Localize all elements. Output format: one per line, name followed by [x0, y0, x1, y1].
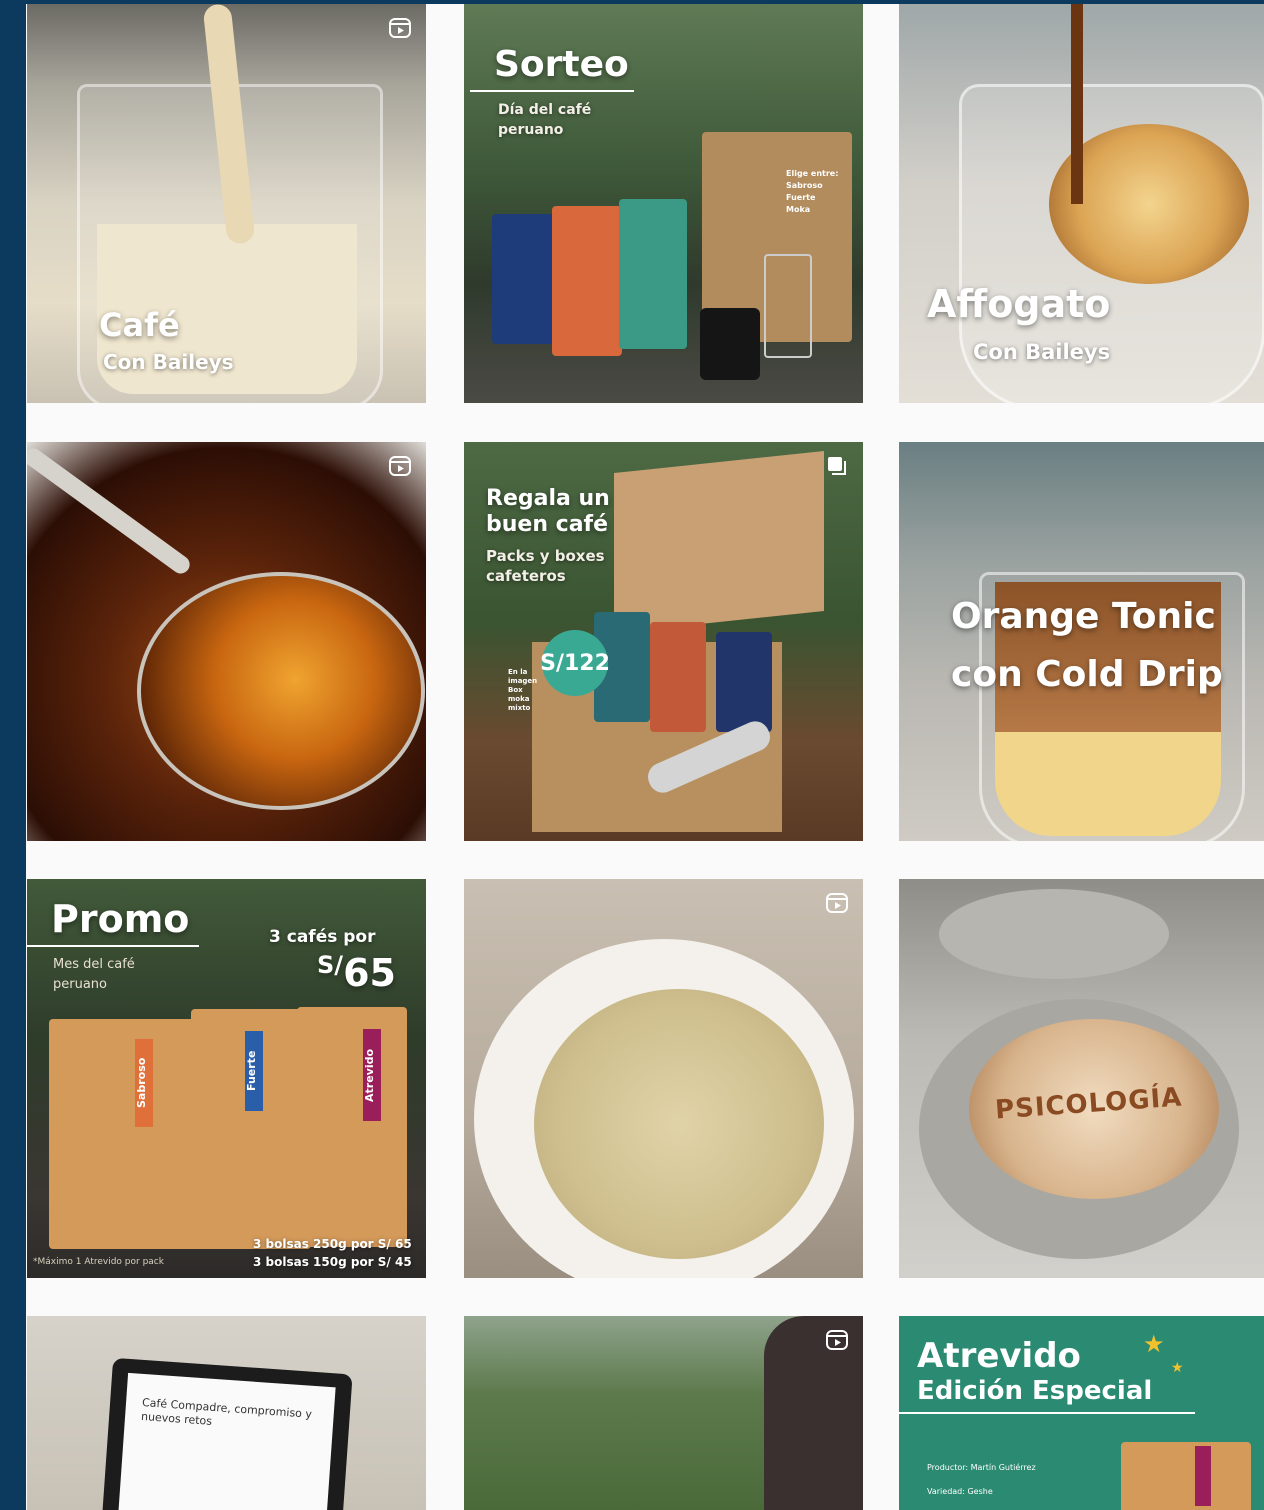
- post-grid: Café Con Baileys Sorteo Día del café per…: [26, 4, 1264, 1510]
- flavor-list: Elige entre: Sabroso Fuerte Moka: [786, 168, 838, 216]
- post-sorteo[interactable]: Sorteo Día del café peruano Elige entre:…: [464, 4, 863, 403]
- title-underline: [27, 945, 199, 947]
- post-laptop[interactable]: Café Compadre, compromiso y nuevos retos: [27, 1316, 426, 1510]
- coffee-pack: [492, 214, 554, 344]
- post-cafe-baileys[interactable]: Café Con Baileys: [27, 4, 426, 403]
- title-underline: [470, 90, 634, 92]
- carousel-icon: [828, 457, 846, 475]
- post-atrevido[interactable]: Atrevido Edición Especial ★ ★ Productor:…: [899, 1316, 1264, 1510]
- post-latte-art[interactable]: PSICOLOGÍA: [899, 879, 1264, 1278]
- post-promo[interactable]: Sabroso Fuerte Atrevido Promo Mes del ca…: [27, 879, 426, 1278]
- background-cup: [939, 889, 1169, 979]
- star-icon: ★: [1171, 1360, 1184, 1376]
- detail-item: Productor: Martín Gutiérrez: [927, 1463, 1036, 1472]
- coffee-bag: [297, 1007, 407, 1247]
- price-note: En la imagen Box moka mixto: [508, 668, 538, 712]
- post-subtitle: Mes del café peruano: [53, 957, 135, 992]
- offer-price: S/65: [317, 951, 396, 995]
- coffee-bag: [1121, 1442, 1251, 1510]
- post-subtitle: Packs y boxes cafeteros: [486, 547, 605, 585]
- footer-line: 3 bolsas 250g por S/ 65: [253, 1237, 412, 1251]
- post-orange-tonic[interactable]: Orange Tonic con Cold Drip: [899, 442, 1264, 841]
- bag-label: [1195, 1446, 1211, 1506]
- box-lid: [614, 450, 824, 634]
- mug: [700, 308, 760, 380]
- coffee-bag: [49, 1019, 199, 1249]
- coffee-beans: [534, 989, 824, 1259]
- post-subtitle: Edición Especial: [917, 1376, 1153, 1406]
- coffee-pack: [650, 622, 706, 732]
- post-subtitle: Día del café peruano: [498, 102, 592, 138]
- reel-icon: [389, 18, 411, 38]
- star-icon: ★: [1143, 1330, 1165, 1358]
- post-farm[interactable]: [464, 1316, 863, 1510]
- post-title: Sorteo: [494, 44, 629, 85]
- post-title-text: Orange Tonic con Cold Drip: [951, 596, 1223, 695]
- flavor-item: Fuerte: [786, 193, 816, 202]
- post-subtitle: Con Baileys: [973, 340, 1111, 364]
- post-title: Promo: [51, 897, 190, 941]
- reel-icon: [826, 893, 848, 913]
- flavor-item: Moka: [786, 205, 811, 214]
- screen-title: Café Compadre, compromiso y nuevos retos: [140, 1395, 313, 1428]
- offer-text: 3 cafés por: [269, 927, 376, 947]
- offer-value: 65: [343, 951, 396, 995]
- spoon-bowl: [137, 572, 425, 810]
- spoon-handle: [27, 444, 194, 578]
- post-title: Affogato: [927, 282, 1111, 326]
- bag-label: Sabroso: [135, 1039, 153, 1127]
- footer-line: 3 bolsas 150g por S/ 45: [253, 1255, 412, 1269]
- detail-item: Variedad: Geshe: [927, 1487, 993, 1496]
- espresso-stream: [1071, 4, 1083, 204]
- flavor-item: Sabroso: [786, 181, 823, 190]
- coffee-pack: [552, 206, 622, 356]
- offer-currency: S/: [317, 951, 344, 979]
- post-title: Orange Tonic con Cold Drip: [951, 588, 1251, 704]
- bag-label: Atrevido: [363, 1029, 381, 1121]
- post-title: Atrevido: [917, 1336, 1081, 1376]
- post-affogato[interactable]: Affogato Con Baileys: [899, 4, 1264, 403]
- coffee-pack: [716, 632, 772, 732]
- flavor-list-title: Elige entre:: [786, 169, 839, 178]
- reel-icon: [389, 456, 411, 476]
- coffee-pack: [619, 199, 687, 349]
- details-list: Productor: Martín Gutiérrez Variedad: Ge…: [927, 1456, 1036, 1504]
- post-green-beans[interactable]: [464, 879, 863, 1278]
- bag-label: Fuerte: [245, 1031, 263, 1111]
- post-title: Café: [99, 306, 180, 344]
- post-regala-cafe[interactable]: Regala un buen café Packs y boxes cafete…: [464, 442, 863, 841]
- title-underline: [899, 1412, 1195, 1414]
- footnote: *Máximo 1 Atrevido por pack: [33, 1257, 164, 1267]
- laptop-screen: Café Compadre, compromiso y nuevos retos: [118, 1372, 336, 1510]
- reel-icon: [826, 1330, 848, 1350]
- post-subtitle: Con Baileys: [103, 350, 234, 374]
- post-title: Regala un buen café: [486, 486, 610, 537]
- price-badge: S/122: [540, 630, 610, 696]
- orange-tonic-layer: [995, 732, 1221, 836]
- post-coffee-spoon[interactable]: [27, 442, 426, 841]
- french-press: [764, 254, 812, 358]
